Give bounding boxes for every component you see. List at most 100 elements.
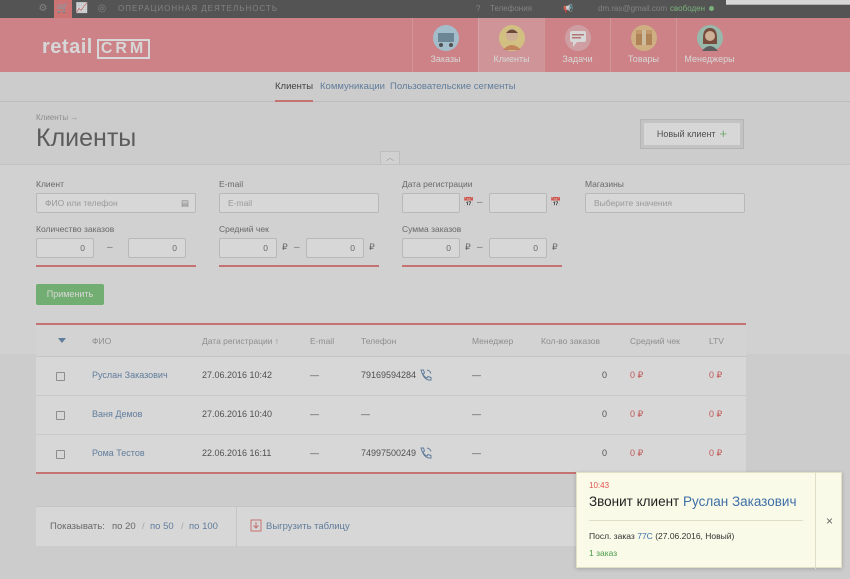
cart-icon[interactable]: 🛒: [54, 0, 72, 18]
box-icon: [630, 25, 657, 51]
gear-icon[interactable]: ⚙: [36, 2, 50, 16]
tab-communications[interactable]: Коммуникации: [320, 81, 385, 92]
window-box: [726, 0, 850, 5]
reg-date-filter-label: Дата регистрации: [402, 179, 473, 189]
system-bar: ⚙ 🛒 📈 ◎ ОПЕРАЦИОННАЯ ДЕЯТЕЛЬНОСТЬ ? Теле…: [0, 0, 850, 18]
client-name-link[interactable]: Руслан Заказович: [92, 370, 168, 380]
nav-managers[interactable]: Менеджеры: [676, 18, 742, 72]
chart-icon[interactable]: 📈: [75, 2, 89, 16]
nav-tasks-label: Задачи: [562, 54, 593, 64]
manager-cell: —: [472, 409, 481, 419]
avg-check-from-input[interactable]: 0: [219, 238, 277, 258]
telephony-link[interactable]: Телефония: [490, 0, 532, 18]
page-size-100[interactable]: по 100: [189, 521, 218, 532]
table-row[interactable]: Ваня Демов 27.06.2016 10:40 — — — 0 0 ₽ …: [36, 396, 746, 435]
reg-date-from-input[interactable]: [402, 193, 460, 213]
last-order-link[interactable]: 77C: [637, 531, 653, 541]
avg-check-underline: [219, 265, 379, 267]
orders-count-label: Количество заказов: [36, 224, 115, 234]
client-avatar-icon: [498, 25, 525, 51]
email-filter-input[interactable]: E-mail: [219, 193, 379, 213]
retailcrm-logo[interactable]: retail CRM: [42, 36, 151, 59]
tab-custom-segments[interactable]: Пользовательские сегменты: [390, 81, 516, 92]
megaphone-icon[interactable]: 📢: [563, 0, 573, 18]
col-ltv[interactable]: LTV: [709, 336, 724, 346]
logo-retail-text: retail: [42, 36, 93, 58]
nav-products[interactable]: Товары: [610, 18, 676, 72]
col-manager[interactable]: Менеджер: [472, 336, 513, 346]
shops-filter-select[interactable]: Выберите значения: [585, 193, 745, 213]
calendar-icon[interactable]: 📅: [550, 197, 561, 208]
ruble-icon: ₽: [369, 242, 375, 252]
row-checkbox[interactable]: [56, 372, 65, 381]
phone-call-icon[interactable]: [419, 369, 433, 382]
manager-avatar-icon: [696, 25, 723, 51]
tab-clients[interactable]: Клиенты: [275, 81, 314, 102]
operations-label[interactable]: ОПЕРАЦИОННАЯ ДЕЯТЕЛЬНОСТЬ: [118, 0, 278, 18]
row-checkbox[interactable]: [56, 411, 65, 420]
table-row[interactable]: Руслан Заказович 27.06.2016 10:42 — 7916…: [36, 357, 746, 396]
nav-orders[interactable]: Заказы: [412, 18, 478, 72]
orders-count-to-input[interactable]: 0: [128, 238, 186, 258]
phone-cell: 79169594284: [361, 369, 433, 382]
page-size-20[interactable]: по 20: [112, 521, 136, 532]
call-time: 10:43: [589, 481, 610, 490]
new-client-inner: Новый клиент +: [644, 123, 740, 145]
client-filter-label: Клиент: [36, 179, 64, 189]
logo-crm-text: CRM: [96, 39, 151, 59]
export-download-icon[interactable]: [250, 519, 262, 532]
client-name-link[interactable]: Рома Тестов: [92, 448, 145, 458]
sort-toggle-icon[interactable]: [58, 338, 66, 343]
col-orders-count[interactable]: Кол-во заказов: [541, 336, 600, 346]
status-dot-icon: [709, 6, 714, 12]
orders-count-cell: 0: [602, 370, 608, 380]
contact-card-icon: ▤: [180, 198, 189, 208]
settings-circle-icon[interactable]: ◎: [95, 2, 109, 16]
apply-button[interactable]: Применить: [36, 284, 104, 305]
incoming-call-popup[interactable]: 10:43 Звонит клиент Руслан Заказович Пос…: [576, 472, 843, 569]
collapse-filters-button[interactable]: ︿: [380, 151, 400, 165]
page-title: Клиенты: [36, 124, 137, 152]
close-icon[interactable]: ×: [815, 473, 843, 569]
nav-tasks[interactable]: Задачи: [544, 18, 610, 72]
col-email[interactable]: E-mail: [310, 336, 334, 346]
calendar-icon[interactable]: 📅: [463, 197, 474, 208]
ruble-icon: ₽: [282, 242, 288, 252]
sub-navigation: Клиенты Коммуникации Пользовательские се…: [0, 72, 850, 102]
orders-count-from-input[interactable]: 0: [36, 238, 94, 258]
col-name[interactable]: ФИО: [92, 336, 111, 346]
nav-clients-label: Клиенты: [493, 54, 530, 64]
breadcrumb[interactable]: Клиенты →: [36, 113, 78, 122]
orders-count-dash: –: [107, 242, 113, 253]
col-phone[interactable]: Телефон: [361, 336, 396, 346]
user-email[interactable]: dm.ras@gmail.com: [598, 0, 667, 18]
orders-sum-from-input[interactable]: 0: [402, 238, 460, 258]
status-text: свободен: [670, 4, 705, 13]
reg-date-cell: 27.06.2016 10:42: [202, 370, 273, 380]
new-client-button[interactable]: Новый клиент +: [640, 119, 744, 149]
reg-date-cell: 22.06.2016 16:11: [202, 448, 272, 458]
orders-sum-to-input[interactable]: 0: [489, 238, 547, 258]
orders-count-link[interactable]: 1 заказ: [589, 548, 617, 558]
user-status[interactable]: свободен: [670, 0, 714, 18]
reg-date-to-input[interactable]: [489, 193, 547, 213]
page-size-label: Показывать:: [50, 521, 105, 532]
phone-call-icon[interactable]: [419, 447, 433, 460]
orders-sum-underline: [402, 265, 562, 267]
nav-clients[interactable]: Клиенты: [478, 18, 544, 72]
client-name-link[interactable]: Ваня Демов: [92, 409, 142, 419]
client-filter-input[interactable]: ФИО или телефон ▤: [36, 193, 196, 213]
caller-name-link[interactable]: Руслан Заказович: [683, 494, 796, 509]
table-row[interactable]: Рома Тестов 22.06.2016 16:11 — 749975002…: [36, 435, 746, 474]
help-icon[interactable]: ?: [476, 0, 480, 18]
avg-check-to-input[interactable]: 0: [306, 238, 364, 258]
page-size-50[interactable]: по 50: [150, 521, 174, 532]
row-checkbox[interactable]: [56, 450, 65, 459]
shops-filter-placeholder: Выберите значения: [594, 198, 672, 208]
export-table-link[interactable]: Выгрузить таблицу: [266, 521, 350, 532]
cart-icon: [432, 25, 459, 51]
col-reg-date[interactable]: Дата регистрации ↑: [202, 336, 279, 346]
email-cell: —: [310, 448, 319, 458]
col-avg-check[interactable]: Средний чек: [630, 336, 680, 346]
orders-sum-dash: –: [477, 242, 483, 253]
